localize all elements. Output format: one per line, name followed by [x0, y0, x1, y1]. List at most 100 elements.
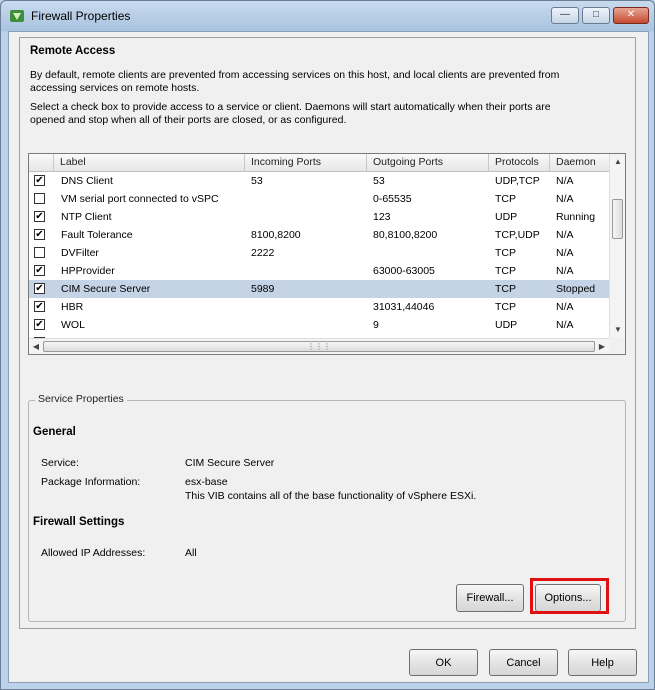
- cell-incoming: [251, 298, 365, 316]
- vertical-scroll-thumb[interactable]: [612, 199, 623, 239]
- description-line: accessing services on remote hosts.: [30, 82, 200, 94]
- window-title: Firewall Properties: [31, 9, 131, 23]
- table-row[interactable]: VM serial port connected to vSPC 0-65535 T…: [29, 190, 609, 208]
- column-header-incoming[interactable]: Incoming Ports: [245, 154, 367, 171]
- column-header-outgoing[interactable]: Outgoing Ports: [367, 154, 489, 171]
- minimize-button[interactable]: —: [551, 7, 579, 24]
- row-checkbox[interactable]: [34, 193, 45, 204]
- table-row[interactable]: ✔ NTP Client 123 UDP Running: [29, 208, 609, 226]
- scroll-right-arrow-icon[interactable]: ▶: [595, 339, 609, 354]
- remote-access-panel: Remote Access By default, remote clients…: [19, 37, 636, 629]
- cell-label: DNS Client: [61, 175, 113, 187]
- horizontal-scrollbar[interactable]: ◀ ⋮⋮⋮ ▶: [29, 338, 609, 354]
- package-info-value: esx-base: [185, 476, 228, 488]
- remote-access-title: Remote Access: [30, 45, 116, 57]
- cell-outgoing: 80,8100,8200: [373, 229, 438, 241]
- cell-protocols: TCP,UDP: [495, 229, 540, 241]
- firewall-properties-window: Firewall Properties — □ ✕ Remote Access …: [0, 0, 655, 690]
- row-checkbox[interactable]: ✔: [34, 319, 45, 330]
- cell-protocols: TCP: [495, 247, 516, 259]
- package-info-label: Package Information:: [41, 476, 141, 488]
- column-header-daemon[interactable]: Daemon: [550, 154, 609, 171]
- service-properties-group: Service Properties General Service: CIM …: [28, 393, 626, 622]
- cell-label: CIM Secure Server: [61, 283, 151, 295]
- cell-outgoing: 63000-63005: [373, 265, 435, 277]
- general-title: General: [33, 426, 76, 438]
- help-button[interactable]: Help: [568, 649, 637, 676]
- cell-protocols: UDP: [495, 319, 518, 331]
- cell-label: DVFilter: [61, 247, 99, 259]
- scroll-left-arrow-icon[interactable]: ◀: [29, 339, 43, 354]
- cell-label: NTP Client: [61, 211, 112, 223]
- cell-outgoing: 0-65535: [373, 193, 412, 205]
- cell-protocols: UDP,TCP: [495, 175, 540, 187]
- table-row[interactable]: DVFilter 2222 TCP N/A: [29, 244, 609, 262]
- cell-incoming: [251, 190, 365, 208]
- table-row[interactable]: ✔ DNS Client 53 53 UDP,TCP N/A: [29, 172, 609, 190]
- close-button[interactable]: ✕: [613, 7, 649, 24]
- firewall-button[interactable]: Firewall...: [456, 584, 524, 612]
- table-row[interactable]: ✔ WOL 9 UDP N/A: [29, 316, 609, 334]
- cancel-button[interactable]: Cancel: [489, 649, 558, 676]
- cell-outgoing: 31031,44046: [373, 301, 435, 313]
- cell-incoming: 2222: [251, 247, 275, 259]
- table-row[interactable]: ✔ HPProvider 63000-63005 TCP N/A: [29, 262, 609, 280]
- table-header: Label Incoming Ports Outgoing Ports Prot…: [29, 154, 609, 172]
- column-header-checkbox[interactable]: [29, 154, 54, 171]
- cell-protocols: TCP: [495, 301, 516, 313]
- cell-protocols: TCP: [495, 265, 516, 277]
- vertical-scrollbar[interactable]: ▲ ▼: [609, 154, 625, 338]
- column-header-protocols[interactable]: Protocols: [489, 154, 550, 171]
- allowed-ip-value: All: [185, 547, 197, 559]
- row-checkbox[interactable]: ✔: [34, 229, 45, 240]
- cell-outgoing: [373, 244, 487, 262]
- row-checkbox[interactable]: ✔: [34, 211, 45, 222]
- maximize-button[interactable]: □: [582, 7, 610, 24]
- cell-label: HBR: [61, 301, 84, 313]
- row-checkbox[interactable]: [34, 247, 45, 258]
- title-bar[interactable]: Firewall Properties — □ ✕: [1, 1, 654, 31]
- cell-incoming: [251, 262, 365, 280]
- cell-label: Fault Tolerance: [61, 229, 133, 241]
- cell-daemon: Running: [556, 211, 596, 223]
- cell-outgoing: 53: [373, 175, 385, 187]
- ok-button[interactable]: OK: [409, 649, 478, 676]
- firewall-settings-title: Firewall Settings: [33, 516, 125, 528]
- cell-daemon: N/A: [556, 265, 574, 277]
- horizontal-scroll-thumb[interactable]: ⋮⋮⋮: [43, 341, 595, 352]
- package-info-description: This VIB contains all of the base functi…: [185, 490, 477, 502]
- table-row[interactable]: ✔ CIM Secure Server 5989 TCP Stopped: [29, 280, 609, 298]
- scroll-down-arrow-icon[interactable]: ▼: [610, 322, 625, 338]
- table-row[interactable]: ✔ Fault Tolerance 8100,8200 80,8100,8200 TCP…: [29, 226, 609, 244]
- cell-daemon: N/A: [556, 247, 574, 259]
- scrollbar-corner: [609, 338, 625, 354]
- cell-daemon: N/A: [556, 319, 574, 331]
- column-header-label[interactable]: Label: [54, 154, 245, 171]
- cell-incoming: [251, 208, 365, 226]
- cell-incoming: 53: [251, 175, 263, 187]
- options-highlight-box: [530, 578, 609, 614]
- table-row[interactable]: ✔ HBR 31031,44046 TCP N/A: [29, 298, 609, 316]
- cell-label: WOL: [61, 319, 85, 331]
- row-checkbox[interactable]: ✔: [34, 301, 45, 312]
- service-properties-legend: Service Properties: [35, 393, 127, 405]
- row-checkbox[interactable]: ✔: [34, 175, 45, 186]
- cell-outgoing: 123: [373, 211, 391, 223]
- service-label: Service:: [41, 457, 79, 469]
- dialog-client-area: Remote Access By default, remote clients…: [8, 31, 649, 683]
- cell-incoming: 5989: [251, 283, 275, 295]
- description-line: Select a check box to provide access to …: [30, 101, 551, 113]
- cell-protocols: TCP: [495, 193, 516, 205]
- row-checkbox[interactable]: ✔: [34, 283, 45, 294]
- description-line: By default, remote clients are prevented…: [30, 69, 560, 81]
- firewall-app-icon: [10, 10, 24, 22]
- cell-outgoing: [373, 280, 487, 298]
- row-checkbox[interactable]: ✔: [34, 265, 45, 276]
- cell-outgoing: 9: [373, 319, 379, 331]
- cell-label: VM serial port connected to vSPC: [61, 193, 219, 205]
- cell-daemon: N/A: [556, 301, 574, 313]
- cell-protocols: TCP: [495, 283, 516, 295]
- scroll-up-arrow-icon[interactable]: ▲: [610, 154, 625, 170]
- cell-incoming: [251, 316, 365, 334]
- services-table: Label Incoming Ports Outgoing Ports Prot…: [28, 153, 626, 355]
